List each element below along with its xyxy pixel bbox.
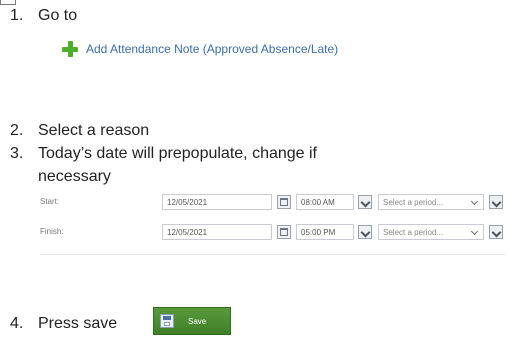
start-label: Start: [40,197,60,206]
start-row: Start: Select a period... [40,193,505,213]
plus-icon [62,41,78,57]
calendar-icon[interactable] [277,225,291,239]
step-2: 2. Select a reason [10,121,149,141]
finish-time-input[interactable] [296,224,354,240]
step-number: 3. [10,145,24,162]
step-3: 3. Today’s date will prepopulate, change … [10,144,317,164]
top-edge-fragment [0,0,40,5]
step-number: 4. [10,315,24,332]
step-text: Today’s date will prepopulate, change if [38,145,317,162]
add-attendance-note-link[interactable]: Add Attendance Note (Approved Absence/La… [62,38,338,60]
save-icon [160,314,174,328]
start-time-input[interactable] [296,194,354,210]
step-1: 1. Go to [10,6,77,26]
start-date-input[interactable] [162,194,272,210]
save-button-label: Save [188,316,207,326]
step-text: Press save [38,315,118,332]
calendar-icon[interactable] [277,195,291,209]
chevron-down-icon[interactable] [358,225,372,239]
finish-period-select[interactable]: Select a period... [378,224,484,240]
step-3-continuation: necessary [38,168,111,185]
step-text: Go to [38,7,78,24]
chevron-down-icon[interactable] [358,195,372,209]
form-divider [40,254,505,255]
step-text: Select a reason [38,122,150,139]
add-attendance-note-label: Add Attendance Note (Approved Absence/La… [86,42,339,56]
step-number: 2. [10,122,24,139]
chevron-down-icon[interactable] [489,225,503,239]
finish-row: Finish: Select a period... [40,223,505,243]
finish-label: Finish: [40,227,64,236]
chevron-down-icon[interactable] [489,195,503,209]
finish-date-input[interactable] [162,224,272,240]
save-button[interactable]: Save [153,307,231,335]
step-4: 4. Press save [10,314,117,334]
start-period-select[interactable]: Select a period... [378,194,484,210]
step-number: 1. [10,7,24,24]
